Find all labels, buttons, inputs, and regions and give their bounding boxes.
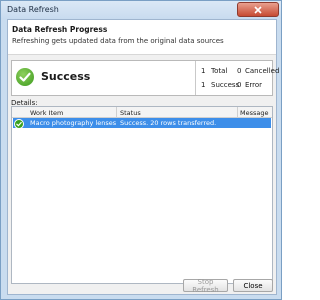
column-header-message[interactable]: Message (240, 109, 269, 117)
total-count: 1 (201, 67, 206, 75)
total-label: Total (211, 67, 228, 75)
dialog-body: Data Refresh Progress Refreshing gets up… (7, 19, 279, 295)
window-title: Data Refresh (7, 5, 59, 14)
success-check-icon (16, 68, 34, 86)
window-close-button[interactable] (237, 2, 279, 17)
column-separator (237, 107, 238, 117)
close-icon (254, 5, 262, 14)
close-button[interactable]: Close (233, 279, 273, 292)
header-subtitle: Refreshing gets updated data from the or… (12, 37, 224, 45)
row-status: Success. 20 rows transferred. (120, 119, 217, 127)
cancelled-count: 0 (237, 67, 242, 75)
success-label: Success (211, 81, 240, 89)
title-bar[interactable]: Data Refresh (1, 1, 281, 19)
status-divider (195, 61, 196, 95)
data-refresh-window: Data Refresh Data Refresh Progress Refre… (0, 0, 282, 300)
error-count: 0 (237, 81, 242, 89)
error-label: Error (245, 81, 263, 89)
header-title: Data Refresh Progress (12, 25, 108, 34)
cancelled-label: Cancelled (245, 67, 280, 75)
success-check-icon (14, 119, 24, 129)
table-row[interactable]: Macro photography lenses Success. 20 row… (13, 118, 271, 129)
column-header-work-item[interactable]: Work Item (30, 109, 63, 117)
status-panel: Success 1 Total 0 Cancelled 1 Success 0 … (11, 60, 279, 96)
details-grid[interactable]: Work Item Status Message Macro photograp… (11, 106, 273, 284)
status-text: Success (41, 70, 91, 83)
stop-refresh-button[interactable]: Stop Refresh (183, 278, 228, 294)
header-panel: Data Refresh Progress Refreshing gets up… (8, 20, 276, 55)
column-header-status[interactable]: Status (120, 109, 141, 117)
grid-header: Work Item Status Message (12, 107, 272, 118)
row-work-item: Macro photography lenses (30, 119, 117, 127)
success-count: 1 (201, 81, 206, 89)
column-separator (116, 107, 117, 117)
